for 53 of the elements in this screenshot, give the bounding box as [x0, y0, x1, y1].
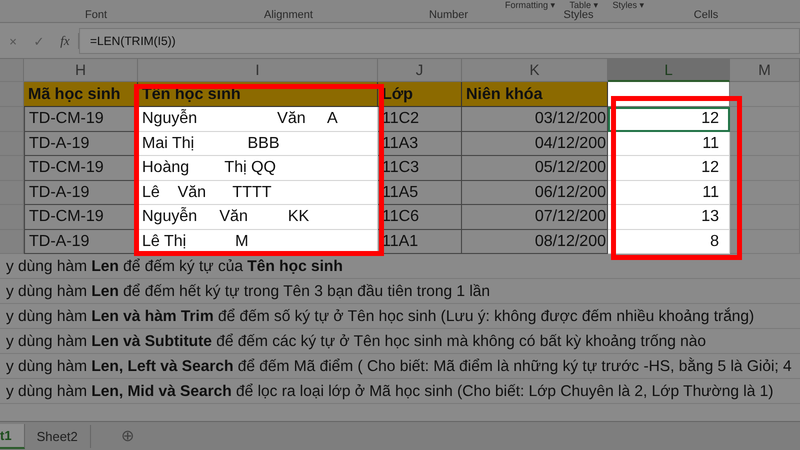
enter-button[interactable]: ✓	[26, 34, 52, 48]
column-header[interactable]: K	[462, 59, 608, 82]
row-header[interactable]	[0, 132, 24, 156]
ribbon-menu-button[interactable]: Table ▾	[570, 0, 599, 10]
row-header[interactable]	[0, 230, 24, 254]
table-cell: 11A5	[378, 180, 462, 205]
table-cell: 11A1	[378, 230, 462, 254]
row-header[interactable]	[0, 82, 24, 107]
table-cell[interactable]: 8	[608, 230, 730, 254]
column-header[interactable]: L	[608, 59, 730, 82]
column-header[interactable]: M	[730, 59, 800, 82]
ribbon-menu-button[interactable]: Formatting ▾	[505, 0, 556, 10]
table-cell: Nguyễn Văn A	[138, 107, 378, 132]
column-header[interactable]: H	[24, 59, 138, 82]
corner-cell[interactable]	[0, 59, 24, 82]
table-cell[interactable]: 11	[608, 132, 730, 156]
sheet-tab[interactable]: t1	[0, 424, 25, 448]
table-cell[interactable]: 11	[608, 180, 730, 205]
column-header[interactable]: I	[138, 59, 378, 82]
header-cell: Mã học sinh	[24, 82, 138, 107]
instruction-text: y dùng hàm Len, Left và Search để đếm Mã điểm ( Cho biết: Mã điểm là những ký tự trước -HS, bằng 5 là Giỏi; 4	[6, 356, 792, 377]
row-header[interactable]	[0, 107, 24, 132]
table-cell[interactable]: 12	[608, 156, 730, 180]
ribbon-group-label: Cells	[692, 9, 720, 21]
table-cell: 11C3	[378, 156, 462, 180]
formula-field[interactable]: =LEN(TRIM(I5))	[79, 28, 800, 54]
table-cell: Hoàng Thị QQ	[138, 156, 378, 180]
ribbon-group-label: Alignment	[263, 9, 314, 21]
table-cell: 11C6	[378, 205, 462, 230]
instruction-text: y dùng hàm Len và hàm Trim để đếm số ký tự ở Tên học sinh (Lưu ý: không được đếm nhiều khoảng trắng)	[6, 306, 754, 327]
header-cell: Niên khóa	[462, 82, 608, 107]
table-cell[interactable]: 12	[608, 107, 730, 132]
row-header[interactable]	[0, 205, 24, 230]
sheet-tab[interactable]: Sheet2	[24, 424, 91, 448]
row-header[interactable]	[0, 180, 24, 205]
instruction-text: y dùng hàm Len để đếm ký tự của Tên học sinh	[6, 257, 343, 277]
table-cell: Nguyễn Văn KK	[138, 205, 378, 230]
instruction-text: y dùng hàm Len, Mid và Search để lọc ra loại lớp ở Mã học sinh (Cho biết: Lớp Chuyên là 2, Lớp Thường là 1)	[6, 382, 774, 402]
cancel-button[interactable]: ×	[0, 34, 26, 48]
table-cell[interactable]: 13	[608, 205, 730, 230]
table-cell: 11A3	[378, 132, 462, 156]
table-cell: Lê Văn TTTT	[138, 180, 378, 205]
instruction-text: y dùng hàm Len để đếm hết ký tự trong Tên 3 bạn đầu tiên trong 1 lần	[6, 282, 490, 302]
table-cell: Mai Thị BBB	[138, 132, 378, 156]
table-cell: 11C2	[378, 107, 462, 132]
column-header[interactable]: J	[378, 59, 462, 82]
ribbon-group-label: Styles	[562, 9, 594, 21]
ribbon-group-label: Number	[428, 9, 470, 21]
add-sheet-button[interactable]: ⊕	[120, 426, 134, 446]
ribbon-group-label: Font	[84, 9, 108, 21]
instruction-text: y dùng hàm Len và Subtitute để đếm các ký tự ở Tên học sinh mà không có bất kỳ khoảng trống nào	[6, 332, 706, 352]
ribbon-menu-button[interactable]: Styles ▾	[612, 0, 645, 10]
row-header[interactable]	[0, 156, 24, 180]
